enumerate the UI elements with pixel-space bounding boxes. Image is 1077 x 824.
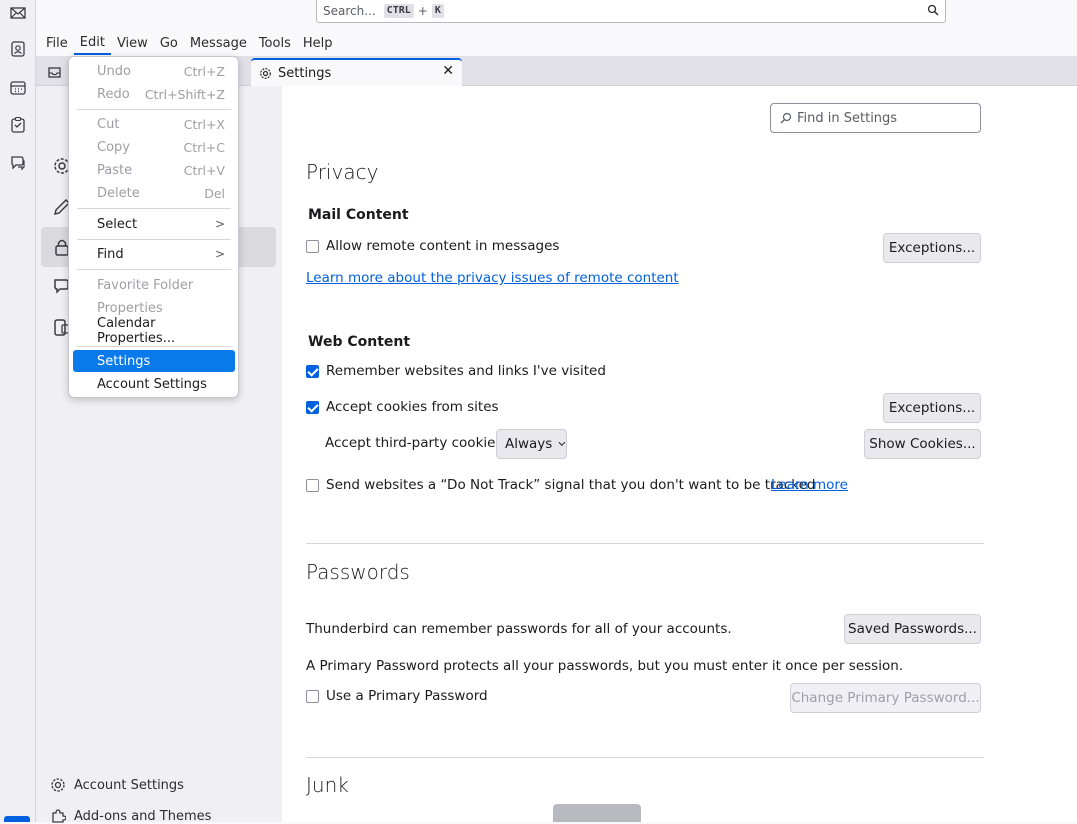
menu-tools[interactable]: Tools xyxy=(253,34,297,54)
chat-icon[interactable] xyxy=(5,150,31,176)
third-party-select[interactable]: Always xyxy=(496,429,567,459)
menu-message[interactable]: Message xyxy=(184,34,253,54)
menu-redo-shortcut: Ctrl+Shift+Z xyxy=(144,86,225,102)
third-party-label: Accept third-party cookies: xyxy=(325,435,508,451)
menubar: File Edit View Go Message Tools Help xyxy=(36,33,1077,55)
menu-go[interactable]: Go xyxy=(154,34,184,54)
menu-paste[interactable]: Paste Ctrl+V xyxy=(73,159,235,181)
search-icon xyxy=(927,4,939,19)
menu-cut-shortcut: Ctrl+X xyxy=(183,116,225,132)
search-icon xyxy=(780,112,792,124)
menu-paste-label: Paste xyxy=(97,162,133,178)
chevron-right-icon: > xyxy=(214,217,225,231)
nav-account-settings-label: Account Settings xyxy=(74,777,184,793)
spaces-toolbar xyxy=(0,0,36,822)
menu-calendar-properties[interactable]: Calendar Properties... xyxy=(73,316,235,346)
cookie-exceptions-button[interactable]: Exceptions... xyxy=(883,393,981,423)
menu-separator xyxy=(77,109,231,110)
menu-find-label: Find xyxy=(97,246,124,262)
menu-edit[interactable]: Edit xyxy=(73,33,111,55)
chevron-down-icon xyxy=(558,441,566,447)
passwords-heading: Passwords xyxy=(306,560,410,584)
shortcut-key-ctrl: CTRL xyxy=(383,4,414,18)
menu-paste-shortcut: Ctrl+V xyxy=(183,162,225,178)
use-primary-password-checkbox[interactable] xyxy=(306,690,319,703)
shortcut-plus: + xyxy=(417,4,428,18)
find-in-settings-input[interactable]: Find in Settings xyxy=(770,103,981,133)
dnt-learn-more-link[interactable]: Learn more xyxy=(771,477,848,493)
remote-exceptions-button[interactable]: Exceptions... xyxy=(883,233,981,263)
menu-account-settings[interactable]: Account Settings xyxy=(73,373,235,395)
menu-copy[interactable]: Copy Ctrl+C xyxy=(73,136,235,158)
menu-select[interactable]: Select > xyxy=(73,213,235,235)
menu-separator xyxy=(77,269,231,270)
chevron-right-icon: > xyxy=(214,247,225,261)
menu-delete-shortcut: Del xyxy=(204,185,225,201)
show-cookies-button[interactable]: Show Cookies... xyxy=(864,429,981,459)
mail-content-heading: Mail Content xyxy=(308,207,409,223)
allow-remote-label: Allow remote content in messages xyxy=(326,238,560,254)
menu-separator xyxy=(77,208,231,209)
inbox-icon xyxy=(48,66,61,78)
partial-button[interactable] xyxy=(553,804,641,822)
menu-delete[interactable]: Delete Del xyxy=(73,182,235,204)
address-book-icon[interactable] xyxy=(5,36,31,62)
learn-more-remote-link[interactable]: Learn more about the privacy issues of r… xyxy=(306,270,679,286)
use-primary-password-label: Use a Primary Password xyxy=(326,688,488,704)
allow-remote-checkbox[interactable] xyxy=(306,240,319,253)
remember-websites-checkbox[interactable] xyxy=(306,365,319,378)
menu-find[interactable]: Find > xyxy=(73,243,235,265)
menu-undo-label: Undo xyxy=(97,63,131,79)
accept-cookies-label: Accept cookies from sites xyxy=(326,399,499,415)
mail-icon[interactable] xyxy=(5,0,31,26)
menu-file[interactable]: File xyxy=(40,34,74,54)
tab-settings[interactable]: Settings ✕ xyxy=(251,58,462,86)
menu-redo[interactable]: Redo Ctrl+Shift+Z xyxy=(73,83,235,105)
close-tab-icon[interactable]: ✕ xyxy=(442,63,454,79)
remember-passwords-text: Thunderbird can remember passwords for a… xyxy=(306,621,732,637)
find-placeholder: Find in Settings xyxy=(797,110,898,126)
tab-settings-label: Settings xyxy=(278,65,332,81)
section-divider xyxy=(306,757,984,758)
third-party-value: Always xyxy=(505,436,553,452)
menu-select-label: Select xyxy=(97,216,138,232)
section-divider xyxy=(306,543,984,544)
menu-separator xyxy=(77,239,231,240)
remember-websites-label: Remember websites and links I've visited xyxy=(326,363,606,379)
spaces-menu-button[interactable] xyxy=(4,816,30,822)
account-gear-icon xyxy=(51,778,65,792)
menu-delete-label: Delete xyxy=(97,185,140,201)
saved-passwords-button[interactable]: Saved Passwords... xyxy=(844,614,981,644)
menu-separator xyxy=(77,346,231,347)
menu-view[interactable]: View xyxy=(111,34,154,54)
web-content-heading: Web Content xyxy=(308,334,411,350)
menu-favorite-folder[interactable]: Favorite Folder xyxy=(73,274,235,296)
menu-redo-label: Redo xyxy=(97,86,130,102)
menu-settings[interactable]: Settings xyxy=(73,350,235,372)
menu-copy-label: Copy xyxy=(97,139,130,155)
menu-copy-shortcut: Ctrl+C xyxy=(183,139,225,155)
primary-password-text: A Primary Password protects all your pas… xyxy=(306,658,904,674)
menu-undo[interactable]: Undo Ctrl+Z xyxy=(73,60,235,82)
edit-menu-popup: Undo Ctrl+Z Redo Ctrl+Shift+Z Cut Ctrl+X… xyxy=(68,56,239,398)
tasks-icon[interactable] xyxy=(5,112,31,138)
menu-cut-label: Cut xyxy=(97,116,120,132)
do-not-track-checkbox[interactable] xyxy=(306,479,319,492)
privacy-heading: Privacy xyxy=(306,160,379,184)
menu-undo-shortcut: Ctrl+Z xyxy=(183,63,225,79)
menu-help[interactable]: Help xyxy=(297,34,339,54)
change-primary-password-button[interactable]: Change Primary Password... xyxy=(790,683,981,713)
menu-cut[interactable]: Cut Ctrl+X xyxy=(73,113,235,135)
calendar-icon[interactable] xyxy=(5,75,31,101)
shortcut-key-k: K xyxy=(431,4,444,18)
nav-account-settings[interactable]: Account Settings xyxy=(50,777,184,793)
gear-icon xyxy=(260,67,271,79)
nav-addons-label: Add-ons and Themes xyxy=(74,808,212,824)
accept-cookies-checkbox[interactable] xyxy=(306,401,319,414)
do-not-track-label: Send websites a “Do Not Track” signal th… xyxy=(326,477,816,493)
junk-heading: Junk xyxy=(306,773,349,797)
search-placeholder: Search... xyxy=(323,4,376,18)
global-search-input[interactable]: Search... CTRL + K xyxy=(316,0,946,23)
